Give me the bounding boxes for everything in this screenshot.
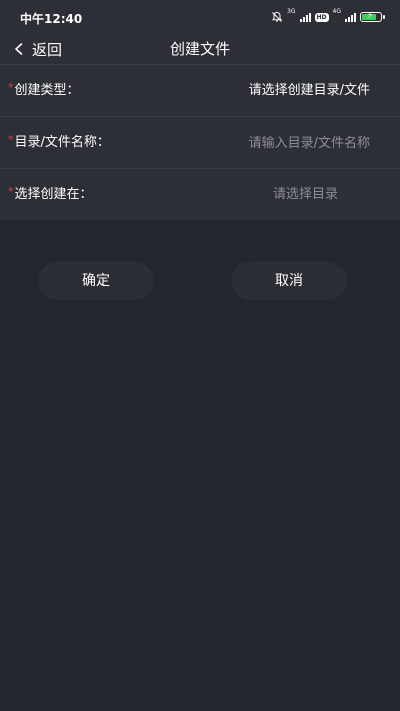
name-row: *目录/文件名称： <box>0 116 400 168</box>
back-button[interactable]: 返回 <box>12 34 62 64</box>
status-icons: 3G HD 4G ⚡ <box>271 8 385 25</box>
cancel-button[interactable]: 取消 <box>231 262 347 300</box>
required-mark: * <box>8 133 14 146</box>
hd-badge: HD <box>314 12 329 22</box>
back-label: 返回 <box>32 40 63 59</box>
confirm-button[interactable]: 确定 <box>38 262 154 300</box>
create-type-label: *创建类型： <box>8 65 80 117</box>
create-form: *创建类型： 请选择创建目录/文件 *目录/文件名称： *选择创建在： 请选择目… <box>0 64 400 220</box>
network-type-label-2: 4G <box>332 8 341 15</box>
name-label: *目录/文件名称： <box>8 117 110 169</box>
signal-icon-2 <box>345 12 356 22</box>
required-mark: * <box>8 185 14 198</box>
status-time: 中午12:40 <box>20 12 83 26</box>
location-label-text: 选择创建在： <box>14 187 93 202</box>
network-type-label: 3G <box>287 8 296 15</box>
required-mark: * <box>8 81 14 94</box>
mute-bell-icon <box>272 11 283 22</box>
charging-icon: ⚡ <box>367 11 374 21</box>
location-label: *选择创建在： <box>8 169 93 221</box>
chevron-left-icon <box>15 43 23 55</box>
create-type-select[interactable]: 请选择创建目录/文件 <box>249 65 370 117</box>
signal-icon <box>299 12 311 22</box>
location-select[interactable]: 请选择目录 <box>273 169 338 221</box>
name-label-text: 目录/文件名称： <box>14 135 110 150</box>
create-type-row[interactable]: *创建类型： 请选择创建目录/文件 <box>0 64 400 116</box>
name-input[interactable] <box>180 131 370 155</box>
action-buttons: 确定 取消 <box>0 262 400 300</box>
battery-icon: ⚡ <box>360 11 385 22</box>
status-bar: 中午12:40 3G HD 4G ⚡ <box>0 0 400 34</box>
navigation-bar: 返回 创建文件 <box>0 34 400 64</box>
location-row[interactable]: *选择创建在： 请选择目录 <box>0 168 400 220</box>
create-file-screen: 中午12:40 3G HD 4G ⚡ 返回 创建文件 *创建类型： 请选择创建目… <box>0 0 400 711</box>
create-type-label-text: 创建类型： <box>14 83 80 98</box>
